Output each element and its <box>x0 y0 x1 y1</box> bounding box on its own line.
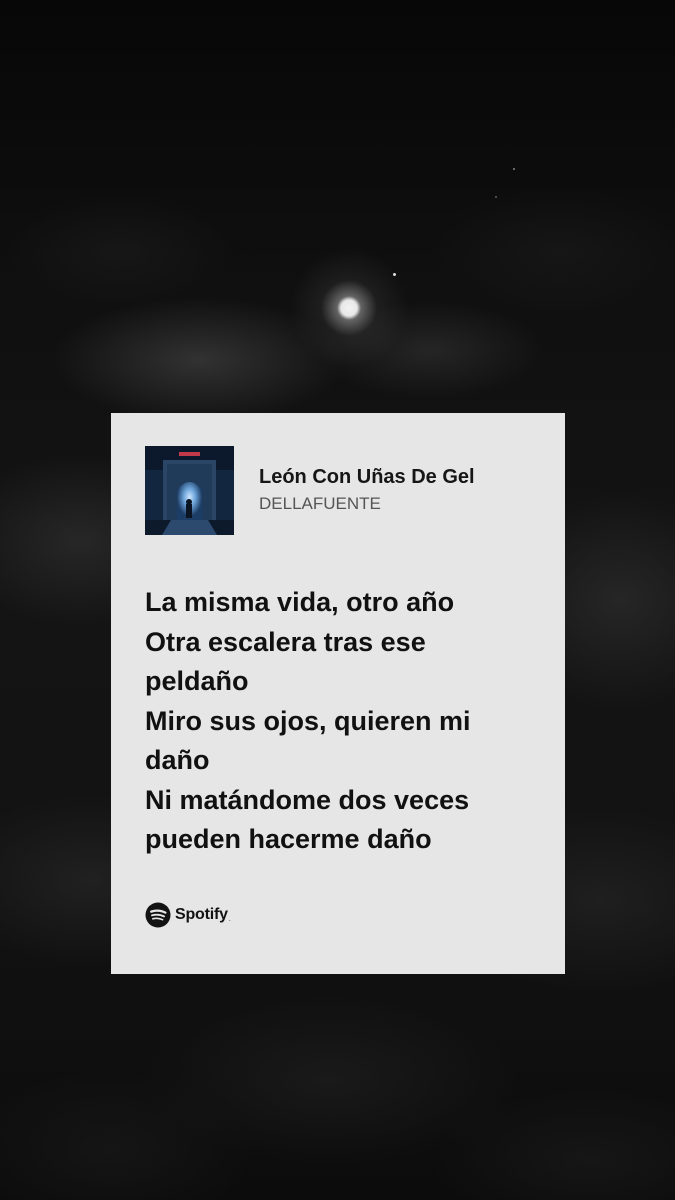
story-background: León Con Uñas De Gel DELLAFUENTE La mism… <box>0 0 675 1200</box>
spotify-trademark: . <box>228 915 231 923</box>
spotify-wordmark: Spotify <box>175 906 228 923</box>
song-title: León Con Uñas De Gel <box>259 466 475 488</box>
lyric-line: peldaño <box>145 666 249 696</box>
cover-red-sign <box>179 452 200 456</box>
lyrics-card[interactable]: León Con Uñas De Gel DELLAFUENTE La mism… <box>111 413 565 974</box>
album-cover-art <box>145 446 234 535</box>
star <box>393 273 396 276</box>
lyric-line: Ni matándome dos veces <box>145 784 470 815</box>
spotify-brand[interactable]: Spotify . <box>145 902 231 928</box>
lyrics-text: La misma vida, otro año Otra escalera tr… <box>145 583 535 860</box>
star <box>495 196 497 198</box>
album-cover <box>145 446 234 535</box>
lyric-line: daño <box>145 745 210 775</box>
song-artist: DELLAFUENTE <box>259 494 381 513</box>
lyric-line: Otra escalera tras ese <box>145 626 426 657</box>
lyric-line: Miro sus ojos, quieren mi <box>145 705 471 736</box>
spotify-logo-icon <box>145 902 171 928</box>
star <box>513 168 515 170</box>
lyric-line: La misma vida, otro año <box>145 587 455 617</box>
lyric-line: pueden hacerme daño <box>145 824 432 854</box>
